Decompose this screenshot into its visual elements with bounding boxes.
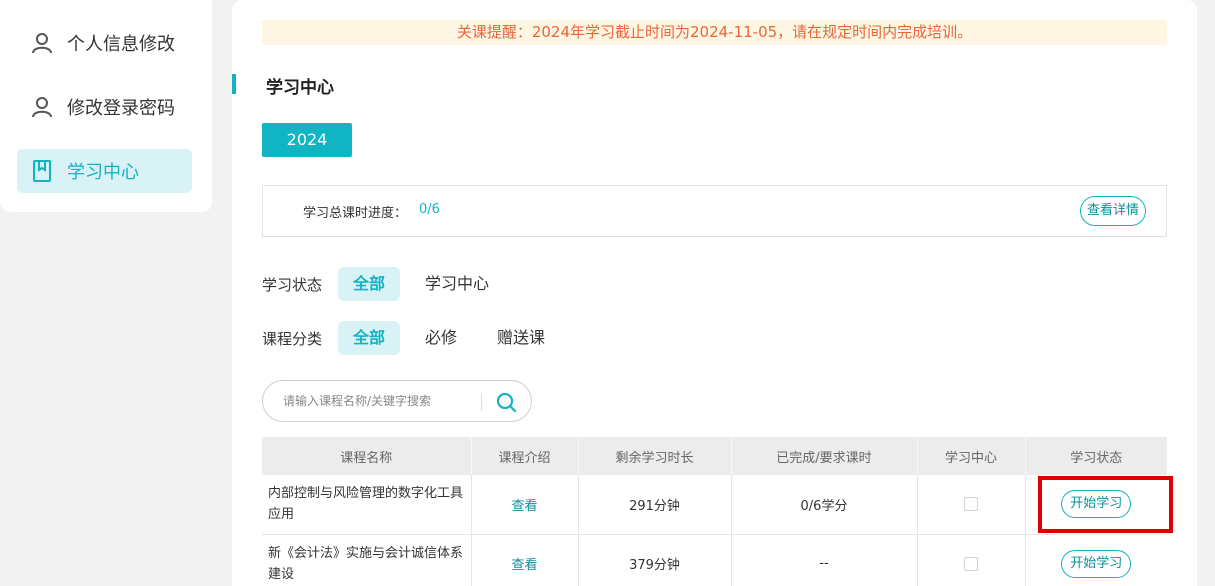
sidebar: 个人信息修改 修改登录密码 学习中心 (0, 0, 212, 212)
category-filter-label: 课程分类 (262, 329, 323, 348)
category-chip-required[interactable]: 必修 (410, 321, 472, 355)
table-row: 内部控制与风险管理的数字化工具应用 查看 291分钟 0/6学分 开始学习 (262, 475, 1167, 535)
completed-credits: -- (731, 534, 918, 586)
progress-panel: 学习总课时进度： 0/6 查看详情 (262, 185, 1167, 237)
column-header: 剩余学习时长 (578, 437, 732, 475)
view-intro-link[interactable]: 查看 (511, 558, 537, 573)
sidebar-item-label: 个人信息修改 (67, 34, 175, 55)
search-icon[interactable] (494, 390, 518, 414)
category-chip-all[interactable]: 全部 (338, 321, 401, 355)
sidebar-item-label: 学习中心 (67, 162, 139, 183)
status-filter-label: 学习状态 (262, 275, 323, 294)
progress-value: 0/6 (419, 202, 440, 217)
status-chip-learning[interactable]: 学习中心 (410, 267, 504, 301)
status-filter: 学习状态 全部 学习中心 (262, 267, 514, 301)
main-panel: 关课提醒：2024年学习截止时间为2024-11-05，请在规定时间内完成培训。… (232, 0, 1197, 586)
progress-label: 学习总课时进度： (303, 206, 408, 221)
remaining-time: 379分钟 (578, 534, 732, 586)
view-details-button[interactable]: 查看详情 (1079, 196, 1146, 226)
search-input[interactable] (283, 391, 473, 411)
learning-center-checkbox[interactable] (964, 556, 978, 571)
user-icon (31, 96, 53, 118)
user-icon (31, 32, 53, 54)
category-chip-gift[interactable]: 赠送课 (482, 321, 560, 355)
start-learning-button[interactable]: 开始学习 (1061, 490, 1132, 519)
course-name: 新《会计法》实施与会计诚信体系建设 (262, 534, 472, 586)
search-box (262, 380, 532, 422)
learning-center-checkbox[interactable] (964, 497, 978, 512)
table-row: 新《会计法》实施与会计诚信体系建设 查看 379分钟 -- 开始学习 (262, 534, 1167, 586)
sidebar-item-password[interactable]: 修改登录密码 (17, 85, 192, 129)
status-chip-all[interactable]: 全部 (338, 267, 401, 301)
completed-credits: 0/6学分 (731, 475, 918, 535)
category-filter: 课程分类 全部 必修 赠送课 (262, 321, 570, 355)
course-table: 课程名称 课程介绍 剩余学习时长 已完成/要求课时 学习中心 学习状态 内部控制… (262, 437, 1167, 586)
year-tab-2024[interactable]: 2024 (262, 123, 352, 157)
course-name: 内部控制与风险管理的数字化工具应用 (262, 475, 472, 535)
remaining-time: 291分钟 (578, 475, 732, 535)
column-header: 课程介绍 (471, 437, 579, 475)
column-header: 已完成/要求课时 (731, 437, 918, 475)
bookmark-icon (31, 160, 53, 182)
column-header: 学习状态 (1025, 437, 1167, 475)
title-accent-bar (232, 74, 236, 94)
deadline-notice: 关课提醒：2024年学习截止时间为2024-11-05，请在规定时间内完成培训。 (262, 20, 1167, 45)
start-learning-button[interactable]: 开始学习 (1061, 549, 1132, 578)
page-title: 学习中心 (266, 78, 334, 98)
column-header: 课程名称 (262, 437, 472, 475)
sidebar-item-profile[interactable]: 个人信息修改 (17, 21, 192, 65)
table-header-row: 课程名称 课程介绍 剩余学习时长 已完成/要求课时 学习中心 学习状态 (262, 437, 1167, 475)
view-intro-link[interactable]: 查看 (511, 499, 537, 514)
search-divider (481, 393, 482, 411)
column-header: 学习中心 (917, 437, 1026, 475)
sidebar-item-learning-center[interactable]: 学习中心 (17, 149, 192, 193)
sidebar-item-label: 修改登录密码 (67, 98, 175, 119)
